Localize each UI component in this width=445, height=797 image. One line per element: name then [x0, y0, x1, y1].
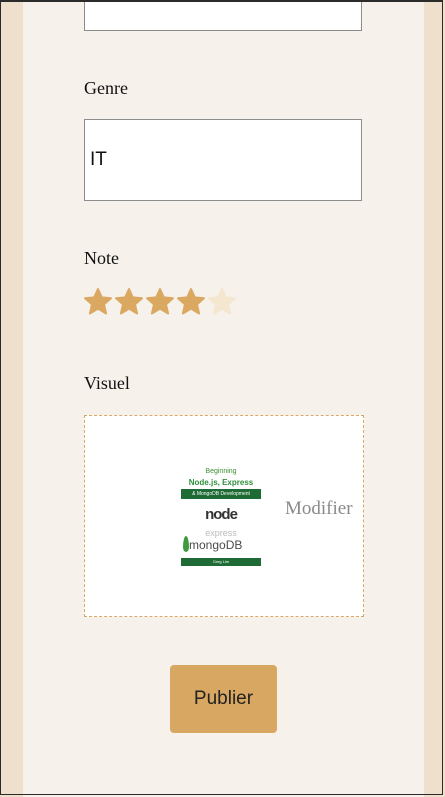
star-icon-5[interactable] — [207, 287, 237, 317]
star-icon-3[interactable] — [145, 287, 175, 317]
modify-image-link[interactable]: Modifier — [285, 498, 353, 520]
rating-stars[interactable] — [83, 287, 237, 317]
genre-label: Genre — [84, 78, 128, 98]
cover-line1: Beginning — [205, 468, 237, 475]
cover-node-logo: node — [205, 506, 238, 523]
cover-mongodb-logo: mongoDB — [189, 538, 243, 552]
previous-field-input[interactable] — [84, 0, 362, 31]
cover-line3: & MongoDB Development — [181, 489, 261, 499]
publish-button[interactable]: Publier — [170, 665, 277, 733]
book-cover-image: Beginning Node.js, Express & MongoDB Dev… — [181, 466, 261, 566]
cover-author: Greg Lim — [181, 558, 261, 566]
star-icon-1[interactable] — [83, 287, 113, 317]
cover-line2: Node.js, Express — [188, 478, 254, 487]
visuel-label: Visuel — [84, 373, 130, 393]
genre-input[interactable]: IT — [84, 119, 362, 201]
note-label: Note — [84, 248, 119, 268]
cover-express-logo: express — [205, 528, 237, 538]
star-icon-2[interactable] — [114, 287, 144, 317]
star-icon-4[interactable] — [176, 287, 206, 317]
image-upload-area[interactable]: Beginning Node.js, Express & MongoDB Dev… — [84, 415, 364, 617]
